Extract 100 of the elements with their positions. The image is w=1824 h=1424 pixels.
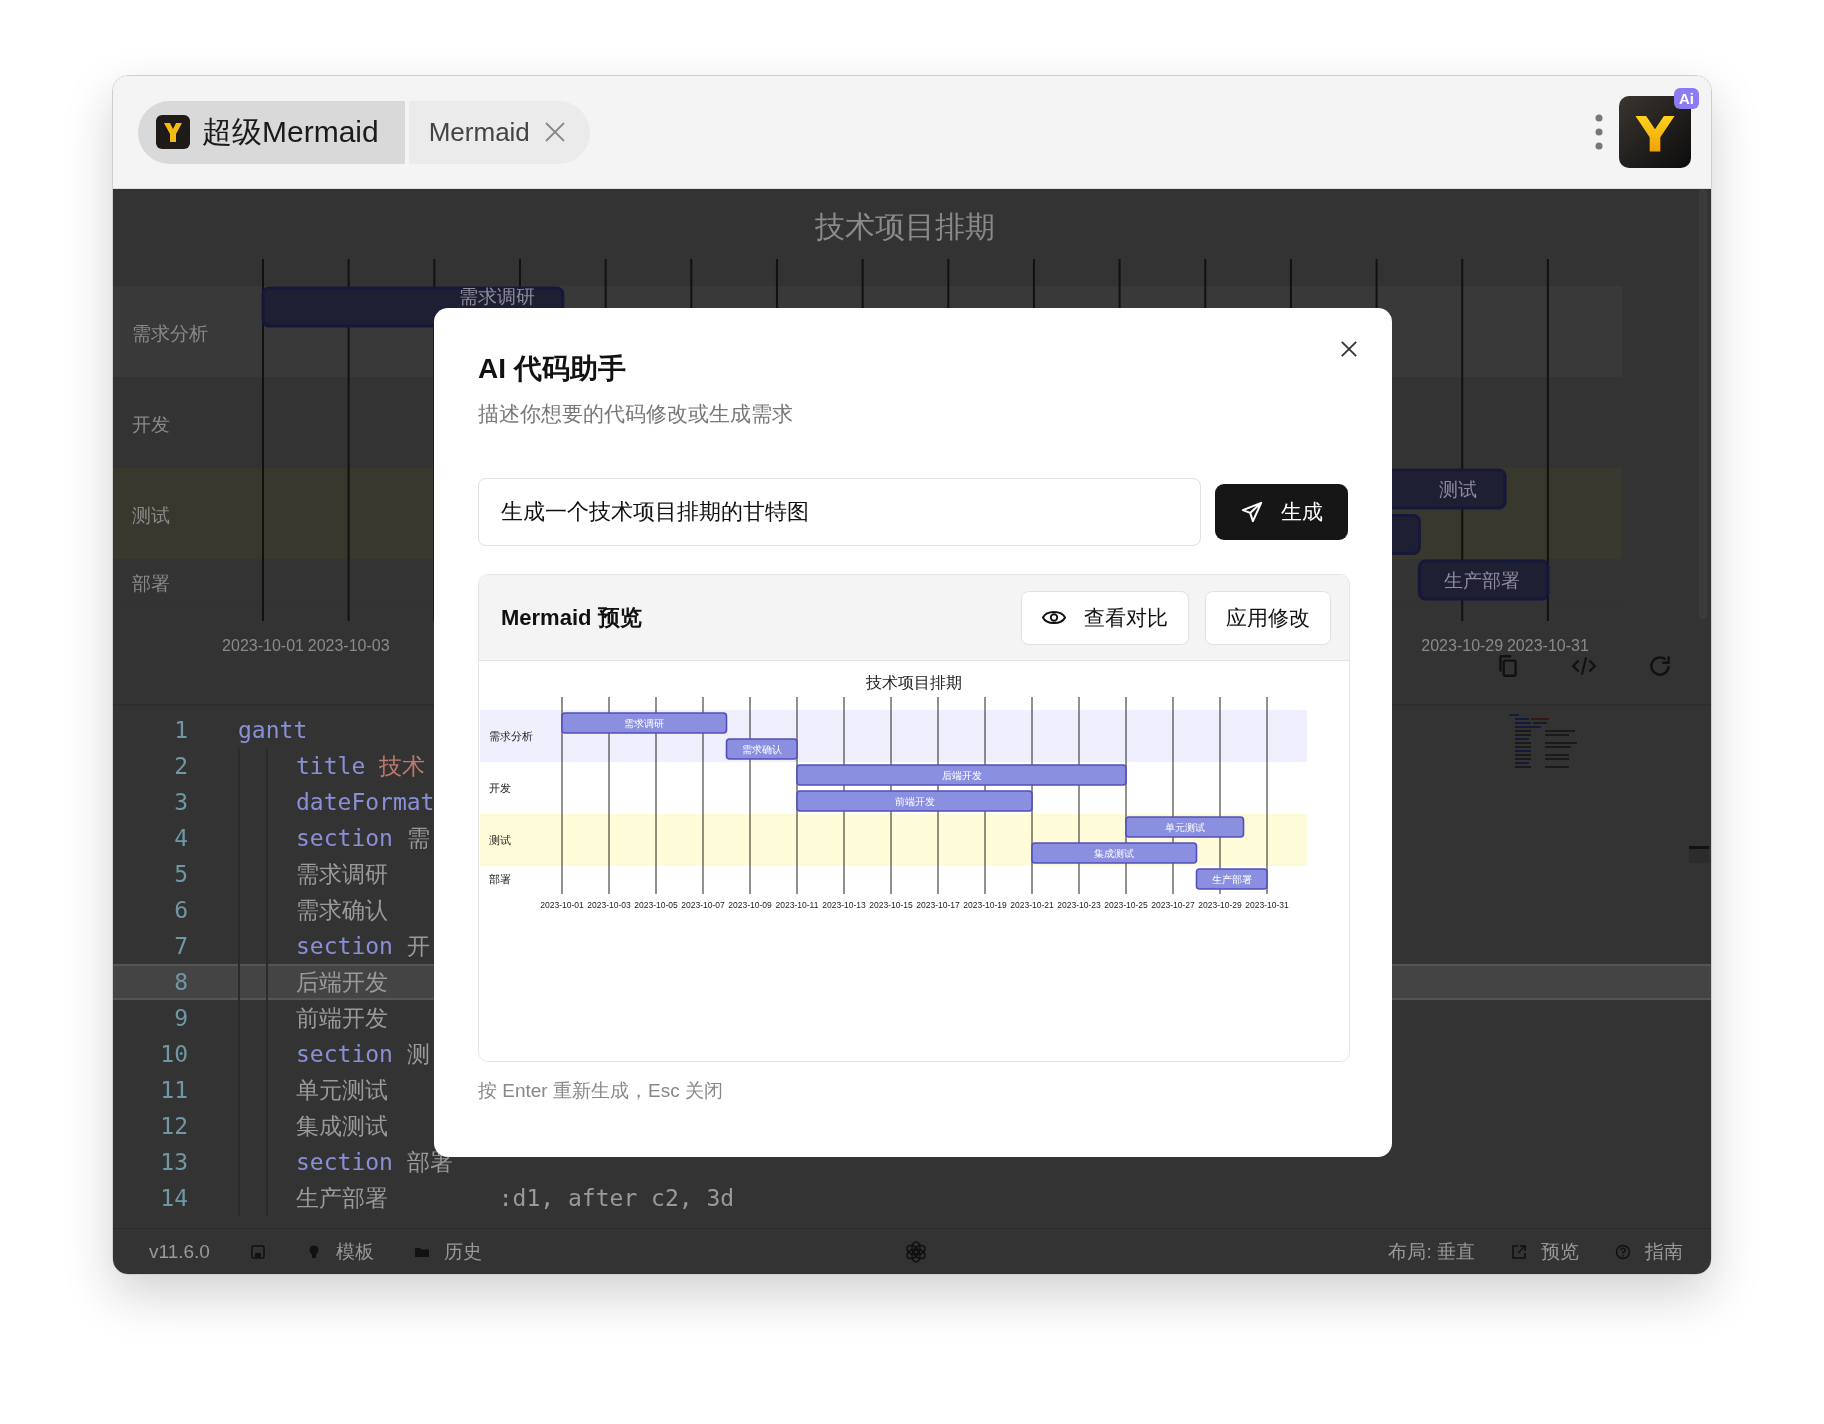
axis-label: 2023-10-27	[1151, 900, 1195, 910]
compare-button[interactable]: 查看对比	[1021, 590, 1189, 645]
logo-icon	[156, 115, 190, 149]
line-number: 1	[173, 717, 188, 743]
line-number: 11	[159, 1077, 188, 1103]
line-number: 14	[159, 1185, 188, 1211]
axis-label: 2023-10-21	[1010, 900, 1054, 910]
axis-label: 2023-10-29	[1198, 900, 1242, 910]
status-link[interactable]: 指南	[1615, 1238, 1683, 1265]
dialog-subtitle: 描述你想要的代码修改或生成需求	[478, 401, 794, 427]
line-number: 2	[173, 753, 188, 779]
bar-label: 单元测试	[1164, 822, 1205, 833]
axis-label: 2023-10-25	[1104, 900, 1148, 910]
axis-label: 2023-10-07	[681, 900, 725, 910]
prompt-input[interactable]: 生成一个技术项目排期的甘特图	[478, 478, 1202, 546]
refresh-icon[interactable]	[1647, 653, 1673, 679]
code-text: 前端开发	[296, 1003, 388, 1033]
code-text: 单元测试	[296, 1075, 388, 1105]
code-text: section	[296, 1041, 393, 1067]
line-number: 5	[173, 861, 188, 887]
apply-button[interactable]: 应用修改	[1205, 590, 1331, 645]
axis-label: 2023-10-13	[822, 900, 866, 910]
scrollbar[interactable]	[1699, 189, 1707, 619]
code-text: section	[296, 1149, 393, 1175]
bar-label: 需求调研	[624, 718, 665, 729]
chart-title: 技术项目排期	[866, 674, 962, 691]
code-text: section	[296, 825, 393, 851]
version-label: v11.6.0	[149, 1240, 210, 1263]
more-icon[interactable]	[1595, 114, 1603, 150]
help-icon	[1615, 1243, 1631, 1260]
bar-label: 前端开发	[894, 796, 935, 807]
bar-label: 需求调研	[458, 286, 535, 307]
layout-toggle[interactable]: 布局: 垂直	[1388, 1238, 1475, 1265]
bar-label: 需求确认	[741, 744, 782, 755]
section-label: 需求分析	[132, 322, 208, 344]
line-number: 8	[173, 969, 188, 995]
line-number: 13	[159, 1149, 188, 1175]
axis-label: 2023-10-15	[869, 900, 913, 910]
bar-label: 集成测试	[1094, 848, 1135, 859]
axis-label: 2023-10-31	[1245, 900, 1289, 910]
code-text: 集成测试	[296, 1111, 388, 1141]
axis-label: 2023-10-09	[728, 900, 772, 910]
line-number: 10	[159, 1041, 188, 1067]
knot-icon[interactable]	[904, 1239, 928, 1264]
status-link[interactable]: 历史	[413, 1238, 482, 1265]
close-icon[interactable]	[1340, 340, 1358, 358]
section-label: 开发	[489, 782, 511, 794]
section-label: 测试	[489, 834, 511, 846]
section-label: 需求分析	[489, 730, 533, 742]
save-icon[interactable]	[249, 1243, 266, 1260]
axis-label: 2023-10-31	[1507, 637, 1589, 654]
chart-title: 技术项目排期	[815, 210, 995, 243]
code-text: 需求调研	[296, 859, 388, 889]
axis-label: 2023-10-23	[1057, 900, 1101, 910]
status-link[interactable]: 预览	[1511, 1238, 1579, 1265]
axis-label: 2023-10-29	[1421, 637, 1504, 654]
bar-label: 生产部署	[1443, 570, 1520, 591]
status-link[interactable]: 模板	[305, 1238, 374, 1265]
keyboard-hint: 按 Enter 重新生成，Esc 关闭	[478, 1079, 724, 1103]
bar-label: 测试	[1439, 479, 1478, 500]
app-tab[interactable]: 超级Mermaid	[138, 100, 405, 164]
external-link-icon	[1511, 1243, 1527, 1260]
line-number: 4	[173, 825, 188, 851]
axis-label: 2023-10-19	[963, 900, 1007, 910]
line-number: 6	[173, 897, 188, 923]
preview-title: Mermaid 预览	[501, 603, 642, 632]
code-text: 开	[406, 931, 430, 961]
send-icon	[1240, 501, 1263, 523]
code-text: gantt	[238, 717, 308, 743]
section-label: 部署	[132, 572, 170, 594]
bar-label: 生产部署	[1211, 874, 1252, 885]
line-number: 9	[173, 1005, 188, 1031]
axis-label: 2023-10-01	[540, 900, 584, 910]
line-number: 12	[159, 1113, 188, 1139]
code-text: 技术	[379, 751, 426, 781]
code-text: 测	[406, 1039, 430, 1069]
axis-label: 2023-10-01	[222, 637, 304, 654]
axis-label: 2023-10-05	[634, 900, 678, 910]
generate-button[interactable]: 生成	[1215, 484, 1348, 540]
code-text: title	[296, 753, 366, 779]
dialog-title: AI 代码助手	[478, 352, 627, 386]
code-text: dateFormat	[296, 789, 435, 815]
code-text: 生产部署 :d1, after c2, 3d	[296, 1183, 735, 1213]
code-text: 需	[406, 823, 430, 853]
ai-badge: Ai	[1674, 88, 1699, 109]
line-number: 3	[173, 789, 188, 815]
code-text: 后端开发	[296, 967, 388, 997]
section-label: 开发	[132, 413, 170, 435]
code-text: 需求确认	[296, 895, 388, 925]
bar-label: 后端开发	[941, 770, 982, 781]
section-label: 部署	[489, 873, 511, 885]
axis-label: 2023-10-11	[775, 900, 819, 910]
line-number: 7	[173, 933, 188, 959]
section-label: 测试	[132, 504, 170, 526]
eye-icon	[1042, 608, 1066, 627]
document-tab[interactable]: Mermaid	[408, 100, 590, 164]
axis-label: 2023-10-03	[587, 900, 631, 910]
axis-label: 2023-10-17	[916, 900, 960, 910]
axis-label: 2023-10-03	[307, 637, 390, 654]
code-text: section	[296, 933, 393, 959]
